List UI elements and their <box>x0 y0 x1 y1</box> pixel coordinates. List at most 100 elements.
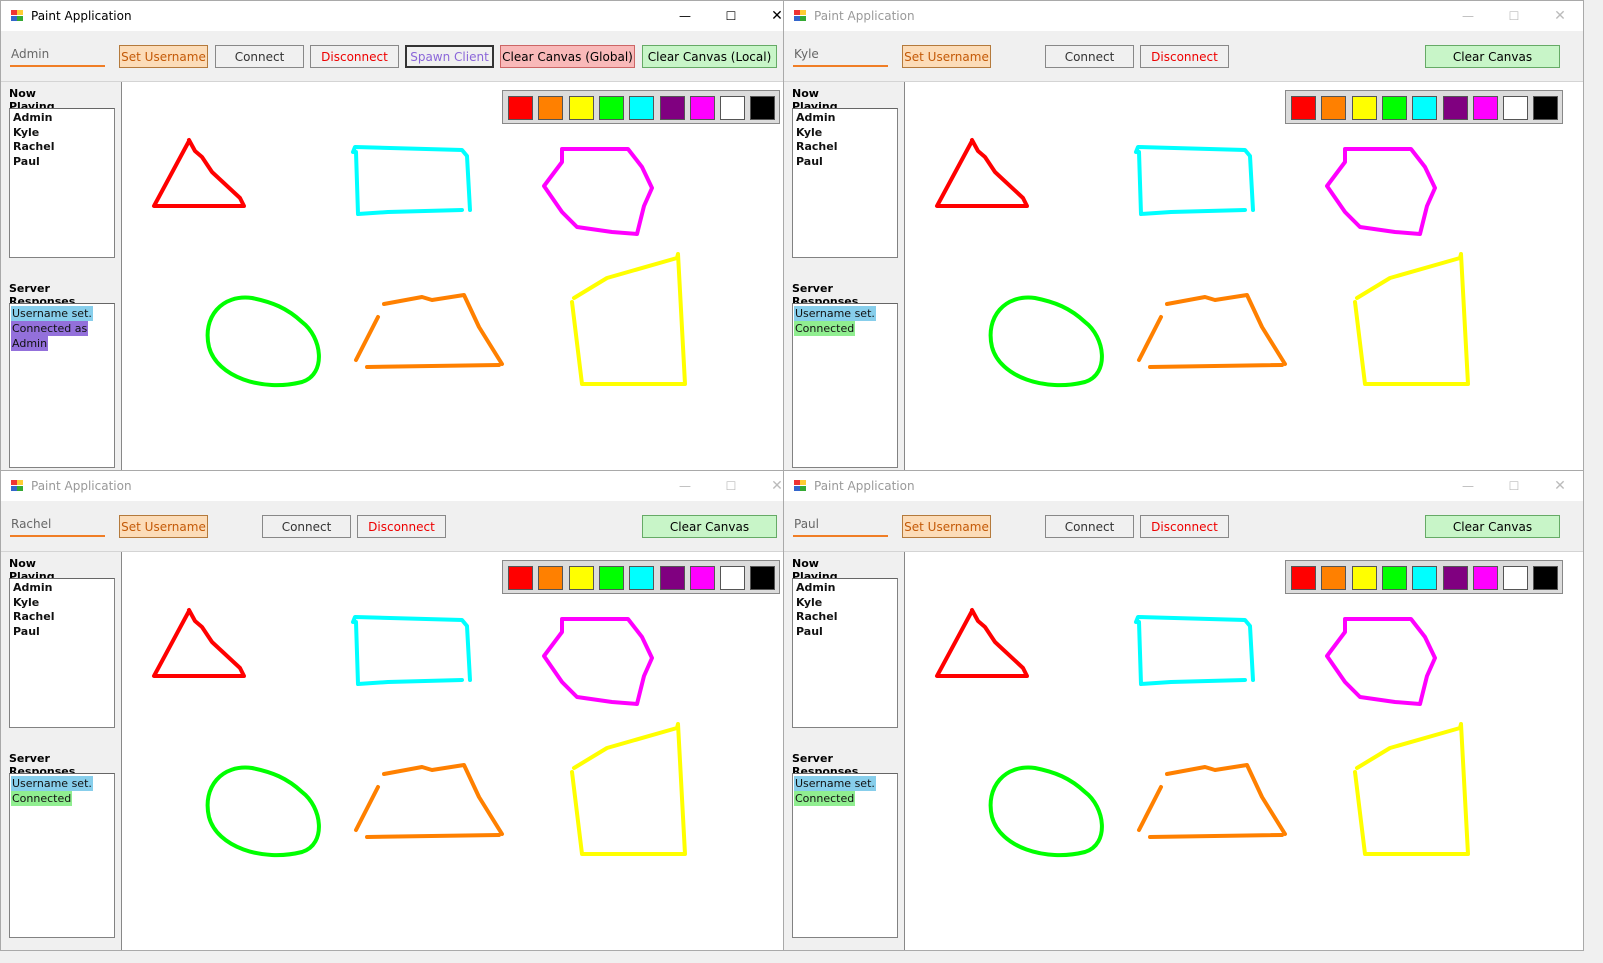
player-item[interactable]: Paul <box>13 625 111 640</box>
color-swatch-yellow[interactable] <box>1351 566 1377 590</box>
clear-canvas-button[interactable]: Clear Canvas <box>642 515 777 538</box>
color-swatch-yellow[interactable] <box>1351 96 1377 120</box>
players-list[interactable]: Admin Kyle Rachel Paul <box>792 578 898 728</box>
connect-button[interactable]: Connect <box>1045 515 1134 538</box>
connect-button[interactable]: Connect <box>1045 45 1134 68</box>
color-swatch-orange[interactable] <box>1321 96 1347 120</box>
drawing-canvas[interactable] <box>121 552 800 950</box>
set-username-button[interactable]: Set Username <box>902 45 991 68</box>
color-swatch-cyan[interactable] <box>629 96 655 120</box>
color-swatch-white[interactable] <box>1503 566 1529 590</box>
player-item[interactable]: Kyle <box>13 596 111 611</box>
maximize-button[interactable]: ☐ <box>708 1 754 31</box>
disconnect-button[interactable]: Disconnect <box>310 45 399 68</box>
color-swatch-white[interactable] <box>720 566 746 590</box>
color-swatch-magenta[interactable] <box>1472 96 1498 120</box>
player-item[interactable]: Rachel <box>796 610 894 625</box>
color-swatch-magenta[interactable] <box>689 96 715 120</box>
players-list[interactable]: Admin Kyle Rachel Paul <box>9 108 115 258</box>
player-item[interactable]: Kyle <box>796 126 894 141</box>
maximize-button[interactable]: ☐ <box>708 471 754 501</box>
close-button[interactable]: ✕ <box>1537 471 1583 501</box>
title-bar[interactable]: Paint Application — ☐ ✕ <box>1 471 800 501</box>
server-responses-list[interactable]: Username set. Connected <box>9 773 115 938</box>
color-swatch-red[interactable] <box>508 566 533 590</box>
drawing-canvas[interactable] <box>904 82 1583 480</box>
player-item[interactable]: Admin <box>796 581 894 596</box>
drawing-canvas[interactable] <box>904 552 1583 950</box>
color-swatch-white[interactable] <box>720 96 746 120</box>
set-username-button[interactable]: Set Username <box>119 45 208 68</box>
spawn-client-button[interactable]: Spawn Client <box>405 45 494 68</box>
server-responses-list[interactable]: Username set. Connected as Admin <box>9 303 115 468</box>
color-swatch-black[interactable] <box>750 566 776 590</box>
minimize-button[interactable]: — <box>662 1 708 31</box>
player-item[interactable]: Admin <box>13 111 111 126</box>
minimize-button[interactable]: — <box>1445 471 1491 501</box>
players-list[interactable]: Admin Kyle Rachel Paul <box>9 578 115 728</box>
minimize-button[interactable]: — <box>1445 1 1491 31</box>
color-swatch-green[interactable] <box>1381 566 1407 590</box>
disconnect-button[interactable]: Disconnect <box>357 515 446 538</box>
color-swatch-orange[interactable] <box>538 566 564 590</box>
color-swatch-magenta[interactable] <box>689 566 715 590</box>
color-swatch-yellow[interactable] <box>568 96 594 120</box>
clear-canvas-button[interactable]: Clear Canvas <box>1425 515 1560 538</box>
clear-canvas-global-button[interactable]: Clear Canvas (Global) <box>500 45 635 68</box>
username-field[interactable]: Kyle <box>793 47 888 67</box>
player-item[interactable]: Paul <box>13 155 111 170</box>
color-swatch-orange[interactable] <box>1321 566 1347 590</box>
players-list[interactable]: Admin Kyle Rachel Paul <box>792 108 898 258</box>
color-swatch-red[interactable] <box>1291 96 1316 120</box>
username-field[interactable]: Paul <box>793 517 888 537</box>
player-item[interactable]: Rachel <box>13 610 111 625</box>
clear-canvas-button[interactable]: Clear Canvas <box>1425 45 1560 68</box>
color-swatch-green[interactable] <box>598 96 624 120</box>
player-item[interactable]: Paul <box>796 155 894 170</box>
color-swatch-purple[interactable] <box>659 96 685 120</box>
username-field[interactable]: Admin <box>10 47 105 67</box>
disconnect-button[interactable]: Disconnect <box>1140 45 1229 68</box>
player-item[interactable]: Admin <box>13 581 111 596</box>
maximize-button[interactable]: ☐ <box>1491 1 1537 31</box>
maximize-button[interactable]: ☐ <box>1491 471 1537 501</box>
color-swatch-red[interactable] <box>1291 566 1316 590</box>
server-responses-list[interactable]: Username set. Connected <box>792 303 898 468</box>
player-item[interactable]: Kyle <box>796 596 894 611</box>
color-swatch-magenta[interactable] <box>1472 566 1498 590</box>
title-bar[interactable]: Paint Application — ☐ ✕ <box>1 1 800 31</box>
color-swatch-yellow[interactable] <box>568 566 594 590</box>
color-swatch-cyan[interactable] <box>1412 96 1438 120</box>
color-swatch-black[interactable] <box>750 96 776 120</box>
color-swatch-orange[interactable] <box>538 96 564 120</box>
color-swatch-cyan[interactable] <box>1412 566 1438 590</box>
set-username-button[interactable]: Set Username <box>902 515 991 538</box>
color-swatch-red[interactable] <box>508 96 533 120</box>
color-swatch-black[interactable] <box>1533 96 1559 120</box>
player-item[interactable]: Kyle <box>13 126 111 141</box>
title-bar[interactable]: Paint Application — ☐ ✕ <box>784 1 1583 31</box>
connect-button[interactable]: Connect <box>215 45 304 68</box>
player-item[interactable]: Rachel <box>796 140 894 155</box>
server-responses-list[interactable]: Username set. Connected <box>792 773 898 938</box>
player-item[interactable]: Paul <box>796 625 894 640</box>
color-swatch-green[interactable] <box>598 566 624 590</box>
color-swatch-purple[interactable] <box>1442 566 1468 590</box>
color-swatch-white[interactable] <box>1503 96 1529 120</box>
color-swatch-purple[interactable] <box>659 566 685 590</box>
color-swatch-cyan[interactable] <box>629 566 655 590</box>
color-swatch-black[interactable] <box>1533 566 1559 590</box>
title-bar[interactable]: Paint Application — ☐ ✕ <box>784 471 1583 501</box>
color-swatch-green[interactable] <box>1381 96 1407 120</box>
connect-button[interactable]: Connect <box>262 515 351 538</box>
close-button[interactable]: ✕ <box>1537 1 1583 31</box>
disconnect-button[interactable]: Disconnect <box>1140 515 1229 538</box>
player-item[interactable]: Rachel <box>13 140 111 155</box>
username-field[interactable]: Rachel <box>10 517 105 537</box>
color-swatch-purple[interactable] <box>1442 96 1468 120</box>
player-item[interactable]: Admin <box>796 111 894 126</box>
set-username-button[interactable]: Set Username <box>119 515 208 538</box>
drawing-canvas[interactable] <box>121 82 800 480</box>
minimize-button[interactable]: — <box>662 471 708 501</box>
clear-canvas-local-button[interactable]: Clear Canvas (Local) <box>642 45 777 68</box>
